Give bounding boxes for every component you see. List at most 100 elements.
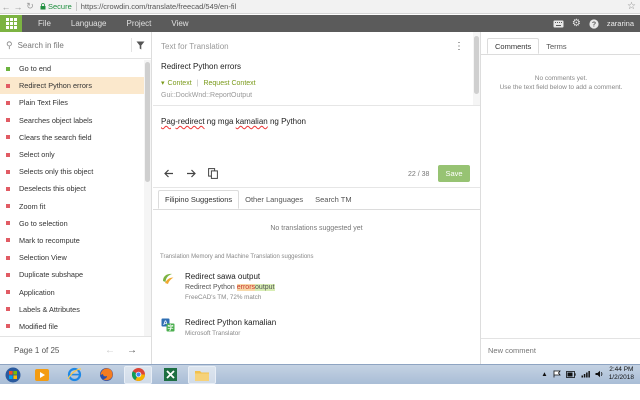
excel-icon[interactable] [156,366,184,384]
search-row: ⚲ [0,32,151,59]
copy-source-icon[interactable] [208,168,218,179]
menu-language[interactable]: Language [61,19,117,28]
caret-down-icon: ▾ [161,80,165,87]
string-list-item[interactable]: Select only [0,146,144,163]
battery-icon[interactable] [565,370,576,378]
status-dot-icon [6,118,10,123]
internet-explorer-icon[interactable] [60,366,88,384]
search-input[interactable] [17,40,118,50]
status-dot-icon [6,152,10,157]
file-explorer-icon[interactable] [188,365,216,384]
keyboard-icon[interactable] [553,20,564,28]
string-list-item[interactable]: Mark to recompute [0,232,144,249]
gear-icon[interactable]: ⚙ [572,18,581,29]
suggestion-item[interactable]: A 字 Redirect Python kamalian Microsoft T… [161,318,276,337]
next-page-arrow-icon[interactable]: → [127,345,137,356]
clock[interactable]: 2:44 PM 1/2/2018 [609,366,634,382]
apps-grid-icon[interactable] [0,15,22,32]
tab-filipino-suggestions[interactable]: Filipino Suggestions [158,190,240,209]
address-bar[interactable]: Secure https://crowdin.com/translate/fre… [40,1,236,13]
string-list-item[interactable]: Selects only this object [0,163,144,180]
source-scrollbar[interactable] [473,32,480,106]
string-list-item-label: Application [19,287,55,297]
string-list-item[interactable]: Deselects this object [0,180,144,197]
string-list-item[interactable]: Modified file [0,318,144,335]
divider [153,105,480,106]
suggestion-diff: Redirect Python errorsoutput [185,284,275,291]
chrome-icon[interactable] [124,365,152,384]
media-player-icon[interactable] [28,366,56,384]
save-button[interactable]: Save [438,165,470,182]
tab-terms[interactable]: Terms [539,38,573,54]
prev-page-arrow-icon[interactable]: ← [105,345,115,356]
suggestion-title: Redirect sawa output [185,272,261,281]
status-dot-icon [6,204,10,209]
scrollbar-thumb[interactable] [145,62,150,182]
next-arrow-icon[interactable] [186,169,196,178]
suggestion-title: Redirect Python kamalian [185,318,277,327]
new-comment-input[interactable] [488,346,628,355]
tray-arrow-icon[interactable]: ▲ [541,371,547,378]
translation-textarea[interactable]: Pag-redirect ng mga kamalian ng Python [161,117,306,126]
reload-icon[interactable]: ↻ [24,1,36,13]
url-text[interactable]: https://crowdin.com/translate/freecad/54… [81,2,237,11]
context-link[interactable]: Context [168,80,192,87]
more-vertical-icon[interactable]: ⋮ [454,41,464,52]
string-list-item-label: Searches object labels [19,115,93,125]
no-suggestions-message: No translations suggested yet [270,225,363,232]
volume-icon[interactable] [595,370,604,378]
string-list-item-label: Duplicate subshape [19,270,84,280]
string-list-scrollbar[interactable] [144,60,151,336]
char-counter: 22 / 38 [408,171,430,178]
request-context-link[interactable]: Request Context [203,80,255,87]
editor-panel: Text for Translation ⋮ Redirect Python e… [153,32,480,364]
menu-view[interactable]: View [161,19,198,28]
string-list-item[interactable]: Selection View [0,249,144,266]
network-icon[interactable] [581,370,590,378]
string-list-item-label: Clears the search field [19,132,92,142]
tm-logo-icon [163,273,174,284]
suggestion-item[interactable]: Redirect sawa output Redirect Python err… [161,272,275,301]
flag-icon[interactable] [553,370,561,378]
status-dot-icon [6,169,10,174]
string-list-item-label: Go to selection [19,218,68,228]
string-list-item[interactable]: Clears the search field [0,129,144,146]
page-indicator: Page 1 of 25 [14,346,60,355]
start-button-icon[interactable] [2,366,24,384]
string-list-item-label: Mark to recompute [19,235,80,245]
strings-sidebar: ⚲ Go to end Redirect Python errors Plain T… [0,32,152,364]
string-list-item[interactable]: Redirect Python errors [0,77,144,95]
string-list-item[interactable]: Application [0,283,144,300]
tab-search-tm[interactable]: Search TM [309,190,358,209]
back-arrow-icon[interactable]: ← [0,1,12,13]
username[interactable]: zararina [607,19,634,28]
filter-icon[interactable] [131,38,145,52]
string-list-item[interactable]: Zoom fit [0,198,144,215]
string-list-item[interactable]: Searches object labels [0,112,144,129]
string-list-item-label: Deselects this object [19,184,86,194]
string-list-item-label: Select only [19,150,55,160]
translation-text-part: ng Python [267,117,306,126]
tab-other-languages[interactable]: Other Languages [239,190,309,209]
system-tray: ▲ 2:44 PM 1/2/2018 [541,366,634,382]
secure-label: Secure [48,2,72,11]
scrollbar-thumb[interactable] [474,36,479,94]
status-dot-icon [6,66,10,71]
pager: Page 1 of 25 ← → [0,336,151,364]
bookmark-star-icon[interactable]: ☆ [627,1,636,12]
help-icon[interactable]: ? [589,18,599,29]
string-list-item[interactable]: Duplicate subshape [0,266,144,283]
forward-arrow-icon[interactable]: → [12,1,24,13]
string-list-item[interactable]: Plain Text Files [0,94,144,111]
tab-comments[interactable]: Comments [487,38,540,54]
string-key: Gui::DockWnd::ReportOutput [161,92,253,99]
source-string: Redirect Python errors [161,62,242,71]
svg-text:?: ? [592,21,596,28]
menu-file[interactable]: File [28,19,61,28]
string-list-item[interactable]: Labels & Attributes [0,301,144,318]
string-list-item[interactable]: Go to selection [0,215,144,232]
string-list-item[interactable]: Go to end [0,60,144,77]
menu-project[interactable]: Project [116,19,161,28]
previous-arrow-icon[interactable] [164,169,174,178]
firefox-icon[interactable] [92,366,120,384]
